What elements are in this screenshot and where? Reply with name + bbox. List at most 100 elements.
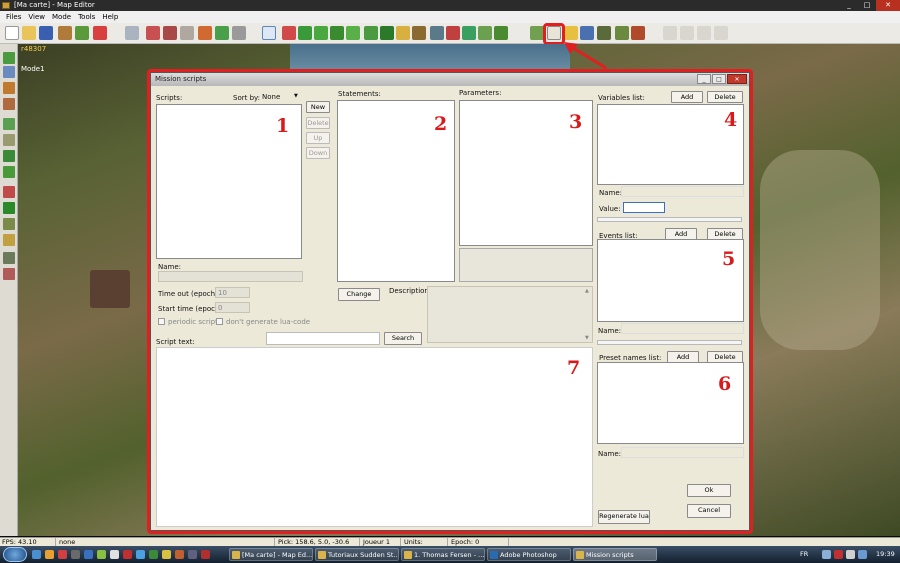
select-cursor-icon[interactable] bbox=[262, 26, 276, 40]
menu-view[interactable]: View bbox=[26, 11, 50, 23]
palette-icon[interactable] bbox=[3, 52, 15, 64]
variable-value-input[interactable] bbox=[623, 202, 665, 213]
menu-files[interactable]: Files bbox=[4, 11, 26, 23]
no-lua-checkbox[interactable] bbox=[216, 318, 223, 325]
palette-icon[interactable] bbox=[3, 218, 15, 230]
path-icon[interactable] bbox=[146, 26, 160, 40]
menu-help[interactable]: Help bbox=[100, 11, 123, 23]
quicklaunch-icon[interactable] bbox=[32, 550, 41, 559]
tool-icon[interactable] bbox=[478, 26, 492, 40]
quicklaunch-icon[interactable] bbox=[45, 550, 54, 559]
tool-icon[interactable] bbox=[298, 26, 312, 40]
tool-icon[interactable] bbox=[494, 26, 508, 40]
description-field[interactable] bbox=[427, 286, 593, 343]
tool-icon[interactable] bbox=[412, 26, 426, 40]
new-script-button[interactable]: New bbox=[306, 101, 330, 113]
variable-name-field[interactable] bbox=[621, 186, 744, 197]
search-input[interactable] bbox=[266, 332, 380, 345]
start-time-field[interactable]: 0 bbox=[215, 302, 250, 313]
palette-icon[interactable] bbox=[3, 234, 15, 246]
palette-icon[interactable] bbox=[3, 202, 15, 214]
tools-icon[interactable] bbox=[631, 26, 645, 40]
preset-name-field[interactable] bbox=[621, 447, 744, 458]
save-icon[interactable] bbox=[39, 26, 53, 40]
task-map-editor[interactable]: [Ma carte] - Map Ed... bbox=[229, 548, 313, 561]
palette-icon[interactable] bbox=[3, 118, 15, 130]
close-icon[interactable]: ✕ bbox=[876, 0, 900, 11]
palette-icon[interactable] bbox=[3, 186, 15, 198]
delete-script-button[interactable]: Delete bbox=[306, 117, 330, 129]
task-mission-scripts[interactable]: Mission scripts bbox=[573, 548, 657, 561]
import-icon[interactable] bbox=[58, 26, 72, 40]
cancel-button[interactable]: Cancel bbox=[687, 504, 731, 518]
tool-icon[interactable] bbox=[282, 26, 296, 40]
language-indicator[interactable]: FR bbox=[800, 550, 808, 558]
move-up-button[interactable]: Up bbox=[306, 132, 330, 144]
sort-by-select[interactable]: None ▼ bbox=[261, 92, 301, 103]
quicklaunch-icon[interactable] bbox=[123, 550, 132, 559]
quicklaunch-icon[interactable] bbox=[162, 550, 171, 559]
task-music[interactable]: 1. Thomas Fersen - ... bbox=[401, 548, 485, 561]
tool-icon[interactable] bbox=[364, 26, 378, 40]
palette-icon[interactable] bbox=[3, 268, 15, 280]
quicklaunch-icon[interactable] bbox=[71, 550, 80, 559]
minimize-icon[interactable]: _ bbox=[840, 0, 858, 11]
script-name-field[interactable] bbox=[158, 271, 303, 282]
change-button[interactable]: Change bbox=[338, 288, 380, 301]
object-icon[interactable] bbox=[180, 26, 194, 40]
palette-icon[interactable] bbox=[3, 134, 15, 146]
quicklaunch-icon[interactable] bbox=[149, 550, 158, 559]
palette-icon[interactable] bbox=[3, 252, 15, 264]
undo-icon[interactable] bbox=[125, 26, 139, 40]
quicklaunch-icon[interactable] bbox=[84, 550, 93, 559]
script-text-area[interactable] bbox=[156, 347, 593, 527]
move-down-button[interactable]: Down bbox=[306, 147, 330, 159]
new-file-icon[interactable] bbox=[5, 26, 19, 40]
grass-icon[interactable] bbox=[215, 26, 229, 40]
tray-icon[interactable] bbox=[834, 550, 843, 559]
tool-icon[interactable] bbox=[380, 26, 394, 40]
quicklaunch-icon[interactable] bbox=[58, 550, 67, 559]
palette-icon[interactable] bbox=[3, 66, 15, 78]
maximize-icon[interactable]: □ bbox=[858, 0, 876, 11]
clock[interactable]: 19:39 bbox=[876, 550, 895, 558]
parameter-editor[interactable] bbox=[459, 248, 593, 282]
terrain-icon[interactable] bbox=[75, 26, 89, 40]
event-name-field[interactable] bbox=[621, 323, 744, 334]
unit-icon[interactable] bbox=[163, 26, 177, 40]
tool-icon[interactable] bbox=[314, 26, 328, 40]
dialog-close-icon[interactable]: ✕ bbox=[727, 74, 747, 84]
tool-icon[interactable] bbox=[530, 26, 544, 40]
tool-icon[interactable] bbox=[330, 26, 344, 40]
palette-icon[interactable] bbox=[3, 82, 15, 94]
tray-icon[interactable] bbox=[858, 550, 867, 559]
tool-icon[interactable] bbox=[346, 26, 360, 40]
task-photoshop[interactable]: Adobe Photoshop bbox=[487, 548, 571, 561]
quicklaunch-icon[interactable] bbox=[136, 550, 145, 559]
quicklaunch-icon[interactable] bbox=[175, 550, 184, 559]
menu-mode[interactable]: Mode bbox=[50, 11, 76, 23]
timeout-field[interactable]: 10 bbox=[215, 287, 250, 298]
camera-icon[interactable] bbox=[93, 26, 107, 40]
start-button-icon[interactable] bbox=[3, 547, 27, 562]
dialog-maximize-icon[interactable]: □ bbox=[712, 74, 726, 84]
tool-icon[interactable] bbox=[396, 26, 410, 40]
tray-icon[interactable] bbox=[822, 550, 831, 559]
open-folder-icon[interactable] bbox=[22, 26, 36, 40]
quicklaunch-icon[interactable] bbox=[201, 550, 210, 559]
regenerate-lua-button[interactable]: Regenerate lua bbox=[598, 510, 650, 524]
checker-icon[interactable] bbox=[232, 26, 246, 40]
task-tutoriaux[interactable]: Tutoriaux Sudden St... bbox=[315, 548, 399, 561]
dialog-minimize-icon[interactable]: _ bbox=[697, 74, 711, 84]
variables-list[interactable] bbox=[597, 104, 744, 185]
variables-delete-button[interactable]: Delete bbox=[707, 91, 743, 103]
ok-button[interactable]: Ok bbox=[687, 484, 731, 497]
height-icon[interactable] bbox=[198, 26, 212, 40]
scroll-up-icon[interactable]: ▲ bbox=[585, 288, 589, 294]
menu-tools[interactable]: Tools bbox=[76, 11, 100, 23]
tool-icon[interactable] bbox=[615, 26, 629, 40]
tool-icon[interactable] bbox=[430, 26, 444, 40]
search-button[interactable]: Search bbox=[384, 332, 422, 345]
periodic-checkbox[interactable] bbox=[158, 318, 165, 325]
quicklaunch-icon[interactable] bbox=[110, 550, 119, 559]
